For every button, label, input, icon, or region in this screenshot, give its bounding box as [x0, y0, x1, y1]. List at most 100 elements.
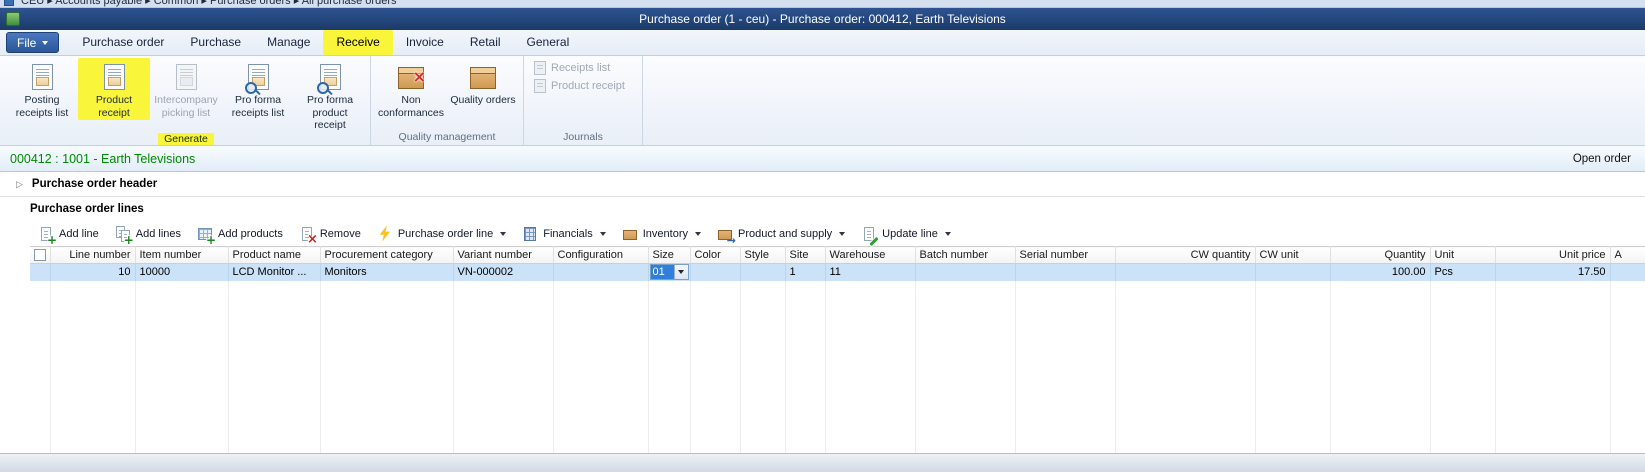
expander-arrow-icon[interactable]: ▷	[16, 179, 23, 190]
cell-site[interactable]: 1	[785, 264, 825, 281]
col-header-configuration[interactable]: Configuration	[553, 247, 648, 264]
posting-receipts-list-button[interactable]: Posting receipts list	[6, 58, 78, 120]
tab-retail[interactable]: Retail	[457, 30, 514, 55]
cell-configuration[interactable]	[553, 264, 648, 281]
inventory-menu[interactable]: Inventory	[622, 226, 701, 242]
non-conformances-button[interactable]: × Non conformances	[375, 58, 447, 120]
purchase-order-line-menu[interactable]: Purchase order line	[377, 226, 506, 242]
quality-orders-button[interactable]: Quality orders	[447, 58, 519, 108]
ribbon-group-quality-management: × Non conformances Quality orders Qualit…	[371, 56, 524, 145]
remove-icon: ×	[299, 226, 315, 242]
cell-color[interactable]	[690, 264, 740, 281]
pro-forma-product-receipt-button[interactable]: Pro forma product receipt	[294, 58, 366, 133]
cell-serial-number[interactable]	[1015, 264, 1115, 281]
col-header-unit[interactable]: Unit	[1430, 247, 1495, 264]
chevron-down-icon	[600, 232, 606, 236]
breadcrumb[interactable]: CEU ▸ Accounts payable ▸ Common ▸ Purcha…	[21, 0, 396, 7]
col-header-quantity[interactable]: Quantity	[1330, 247, 1430, 264]
col-header-a[interactable]: A	[1610, 247, 1645, 264]
product-and-supply-menu[interactable]: → Product and supply	[717, 226, 845, 242]
col-header-procurement-category[interactable]: Procurement category	[320, 247, 453, 264]
file-menu-button[interactable]: File	[6, 32, 59, 53]
financials-icon	[522, 226, 538, 242]
cell-row-selector[interactable]	[30, 264, 50, 281]
col-header-product-name[interactable]: Product name	[228, 247, 320, 264]
cell-style[interactable]	[740, 264, 785, 281]
financials-menu[interactable]: Financials	[522, 226, 606, 242]
inventory-icon	[622, 226, 638, 242]
remove-button[interactable]: × Remove	[299, 226, 361, 242]
product-receipt-button[interactable]: Product receipt	[78, 58, 150, 120]
menu-label: Product and supply	[738, 228, 832, 240]
cell-line-number[interactable]: 10	[50, 264, 135, 281]
menu-label: Inventory	[643, 228, 688, 240]
cell-quantity[interactable]: 100.00	[1330, 264, 1430, 281]
cell-product-name[interactable]: LCD Monitor ...	[228, 264, 320, 281]
pro-forma-receipts-list-icon	[248, 60, 269, 94]
col-header-style[interactable]: Style	[740, 247, 785, 264]
cell-size[interactable]: 01	[648, 264, 690, 281]
cell-a[interactable]	[1610, 264, 1645, 281]
col-header-cw-quantity[interactable]: CW quantity	[1115, 247, 1255, 264]
title-bar: Purchase order (1 - ceu) - Purchase orde…	[0, 8, 1645, 30]
address-bar[interactable]: CEU ▸ Accounts payable ▸ Common ▸ Purcha…	[0, 0, 1645, 8]
col-header-size[interactable]: Size	[648, 247, 690, 264]
add-products-button[interactable]: + Add products	[197, 226, 283, 242]
tab-receive[interactable]: Receive	[323, 30, 392, 55]
col-header-select[interactable]	[30, 247, 50, 264]
cell-cw-quantity[interactable]	[1115, 264, 1255, 281]
col-header-line-number[interactable]: Line number	[50, 247, 135, 264]
tab-invoice[interactable]: Invoice	[393, 30, 457, 55]
add-line-button[interactable]: + Add line	[38, 226, 99, 242]
cell-variant-number[interactable]: VN-000002	[453, 264, 553, 281]
cell-unit-price[interactable]: 17.50	[1495, 264, 1610, 281]
product-and-supply-icon: →	[717, 226, 733, 242]
size-combobox[interactable]: 01	[650, 264, 689, 280]
cell-procurement-category[interactable]: Monitors	[320, 264, 453, 281]
button-label: Pro forma receipts list	[224, 94, 292, 119]
cell-item-number[interactable]: 10000	[135, 264, 228, 281]
add-products-icon: +	[197, 226, 213, 242]
receipts-list-icon	[534, 61, 546, 75]
pro-forma-receipts-list-button[interactable]: Pro forma receipts list	[222, 58, 294, 120]
col-header-serial-number[interactable]: Serial number	[1015, 247, 1115, 264]
col-header-warehouse[interactable]: Warehouse	[825, 247, 915, 264]
col-header-variant-number[interactable]: Variant number	[453, 247, 553, 264]
select-all-checkbox[interactable]	[34, 249, 46, 261]
window-title: Purchase order (1 - ceu) - Purchase orde…	[0, 12, 1645, 26]
cell-warehouse[interactable]: 11	[825, 264, 915, 281]
col-header-color[interactable]: Color	[690, 247, 740, 264]
tab-general[interactable]: General	[514, 30, 583, 55]
tab-manage[interactable]: Manage	[254, 30, 323, 55]
col-header-batch-number[interactable]: Batch number	[915, 247, 1015, 264]
cell-cw-unit[interactable]	[1255, 264, 1330, 281]
grid-header-row: Line number Item number Product name Pro…	[30, 247, 1645, 264]
button-label: Add line	[59, 228, 99, 240]
file-menu-label: File	[17, 36, 36, 50]
chevron-down-icon	[678, 270, 684, 274]
size-value[interactable]: 01	[651, 265, 674, 279]
item-label: Product receipt	[551, 80, 625, 92]
col-header-site[interactable]: Site	[785, 247, 825, 264]
tab-purchase[interactable]: Purchase	[177, 30, 254, 55]
chevron-down-icon	[839, 232, 845, 236]
app-icon	[4, 0, 14, 6]
combo-dropdown-button[interactable]	[674, 265, 688, 279]
cell-unit[interactable]: Pcs	[1430, 264, 1495, 281]
table-row[interactable]: 10 10000 LCD Monitor ... Monitors VN-000…	[30, 264, 1645, 281]
menu-label: Purchase order line	[398, 228, 493, 240]
button-label: Pro forma product receipt	[296, 94, 364, 132]
order-status: Open order	[1573, 153, 1631, 165]
cell-batch-number[interactable]	[915, 264, 1015, 281]
product-receipt-icon	[104, 60, 125, 94]
add-lines-button[interactable]: + Add lines	[115, 226, 181, 242]
col-header-item-number[interactable]: Item number	[135, 247, 228, 264]
journals-receipts-list-item: Receipts list	[534, 61, 632, 75]
tab-purchase-order[interactable]: Purchase order	[69, 30, 177, 55]
add-lines-icon: +	[115, 226, 131, 242]
purchase-order-header-section[interactable]: ▷ Purchase order header	[0, 172, 1645, 197]
update-line-menu[interactable]: Update line	[861, 226, 951, 242]
group-label-generate: Generate	[6, 133, 366, 145]
col-header-cw-unit[interactable]: CW unit	[1255, 247, 1330, 264]
col-header-unit-price[interactable]: Unit price	[1495, 247, 1610, 264]
